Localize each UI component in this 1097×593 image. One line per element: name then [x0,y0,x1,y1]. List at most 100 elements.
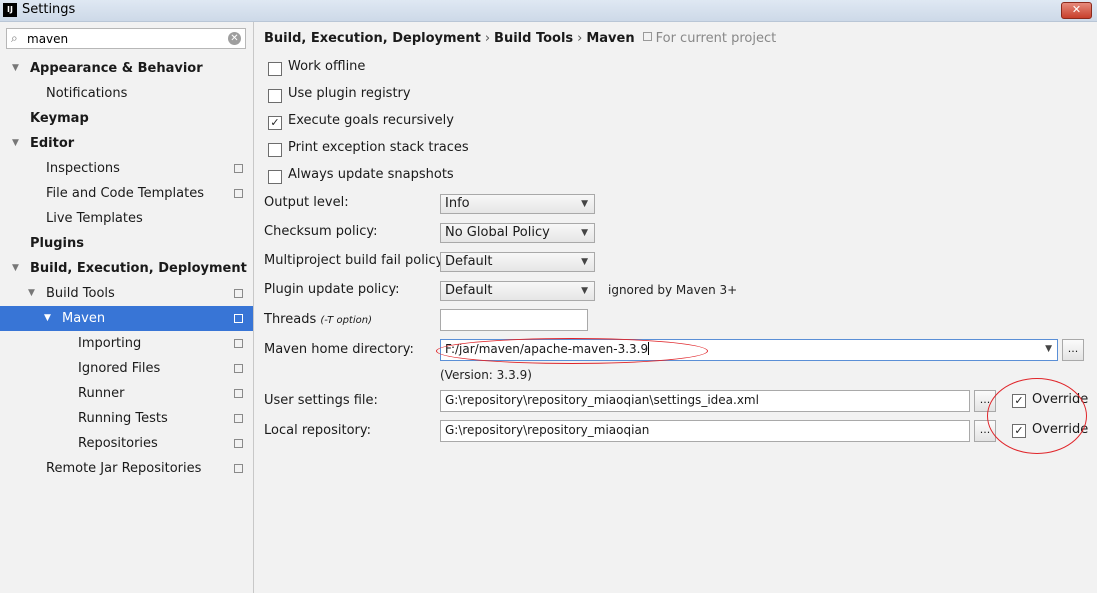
sidebar-item-label: Build, Execution, Deployment [30,261,247,276]
window-title: Settings [22,2,76,17]
title-bar: IJ Settings ✕ [0,0,1097,22]
sidebar-item-label: Keymap [30,111,89,126]
chevron-down-icon[interactable]: ▼ [1045,340,1052,359]
chevron-down-icon: ▼ [581,199,588,209]
chevron-down-icon[interactable]: ▼ [12,56,19,81]
close-button[interactable]: ✕ [1061,2,1092,19]
execute-goals-recursively-checkbox[interactable]: ✓ [268,116,282,130]
sidebar-item-remote-jar-repositories[interactable]: Remote Jar Repositories [0,456,253,481]
maven-settings-panel: Build, Execution, Deployment › Build Tools… [254,22,1097,593]
output-level-label: Output level: [264,195,349,210]
sidebar-item-label: Repositories [78,436,158,451]
use-plugin-registry-label: Use plugin registry [288,86,411,101]
sidebar-item-keymap[interactable]: Keymap [0,106,253,131]
sidebar-item-notifications[interactable]: Notifications [0,81,253,106]
sidebar-item-ignored-files[interactable]: Ignored Files [0,356,253,381]
settings-sidebar: ⌕ ✕ ▼ Appearance & Behavior Notification… [0,22,254,593]
sidebar-item-importing[interactable]: Importing [0,331,253,356]
project-scope-icon [232,164,243,176]
breadcrumb-separator: › [484,31,491,46]
user-settings-override-checkbox[interactable]: ✓ [1012,394,1026,408]
output-level-select[interactable]: Info ▼ [440,194,595,214]
local-repository-input[interactable]: G:\repository\repository_miaoqian [440,420,970,442]
plugin-update-policy-hint: ignored by Maven 3+ [608,283,738,297]
work-offline-checkbox[interactable] [268,62,282,76]
search-input[interactable] [27,30,217,47]
sidebar-item-label: Running Tests [78,411,168,426]
sidebar-item-label: Plugins [30,236,84,251]
threads-label-text: Threads [264,312,317,327]
sidebar-item-maven[interactable]: ▼ Maven [0,306,253,331]
chevron-down-icon[interactable]: ▼ [28,281,35,306]
search-box[interactable]: ⌕ ✕ [6,28,246,49]
sidebar-item-build-tools[interactable]: ▼ Build Tools [0,281,253,306]
maven-home-input[interactable]: F:/jar/maven/apache-maven-3.3.9 ▼ [440,339,1058,361]
chevron-down-icon[interactable]: ▼ [12,256,19,281]
sidebar-item-repositories[interactable]: Repositories [0,431,253,456]
annotation-ellipse-override [987,378,1087,454]
local-repository-label: Local repository: [264,423,371,438]
search-icon: ⌕ [11,31,18,45]
multiproject-fail-policy-select[interactable]: Default ▼ [440,252,595,272]
local-repository-override-label: Override [1032,422,1089,437]
project-scope-icon [642,32,652,41]
project-scope-icon [232,364,243,376]
local-repository-browse-button[interactable]: ... [974,420,996,442]
text-cursor [648,342,650,355]
clear-search-icon[interactable]: ✕ [228,32,241,45]
print-exception-stack-traces-checkbox[interactable] [268,143,282,157]
project-scope-icon [232,289,243,301]
plugin-update-policy-label: Plugin update policy: [264,282,400,297]
output-level-value: Info [445,196,470,211]
chevron-down-icon: ▼ [581,286,588,296]
checksum-policy-value: No Global Policy [445,225,550,240]
sidebar-item-label: Notifications [46,86,128,101]
breadcrumb-item: Maven [586,31,635,46]
breadcrumb-separator: › [577,31,583,46]
use-plugin-registry-checkbox[interactable] [268,89,282,103]
chevron-down-icon[interactable]: ▼ [44,306,51,331]
scope-note-text: For current project [655,31,777,46]
sidebar-item-label: Inspections [46,161,120,176]
sidebar-item-label: Editor [30,136,75,151]
sidebar-item-label: Importing [78,336,142,351]
multiproject-fail-policy-label: Multiproject build fail policy: [264,253,447,268]
sidebar-item-runner[interactable]: Runner [0,381,253,406]
user-settings-input[interactable]: G:\repository\repository_miaoqian\settin… [440,390,970,412]
sidebar-item-label: Ignored Files [78,361,161,376]
sidebar-item-editor[interactable]: ▼ Editor [0,131,253,156]
maven-home-browse-button[interactable]: ... [1062,339,1084,361]
checksum-policy-select[interactable]: No Global Policy ▼ [440,223,595,243]
maven-home-label: Maven home directory: [264,342,414,357]
work-offline-label: Work offline [288,59,366,74]
sidebar-item-label: Live Templates [46,211,143,226]
plugin-update-policy-select[interactable]: Default ▼ [440,281,595,301]
sidebar-item-build-execution-deployment[interactable]: ▼ Build, Execution, Deployment [0,256,253,281]
project-scope-icon [232,389,243,401]
intellij-logo-icon: IJ [3,3,17,17]
chevron-down-icon[interactable]: ▼ [12,131,19,156]
sidebar-item-appearance-behavior[interactable]: ▼ Appearance & Behavior [0,56,253,81]
sidebar-item-file-code-templates[interactable]: File and Code Templates [0,181,253,206]
plugin-update-policy-value: Default [445,283,493,298]
print-exception-stack-traces-label: Print exception stack traces [288,140,469,155]
sidebar-item-inspections[interactable]: Inspections [0,156,253,181]
local-repository-override-checkbox[interactable]: ✓ [1012,424,1026,438]
sidebar-item-running-tests[interactable]: Running Tests [0,406,253,431]
user-settings-override-label: Override [1032,392,1089,407]
user-settings-browse-button[interactable]: ... [974,390,996,412]
scope-note: For current project [635,31,777,46]
threads-input[interactable] [440,309,588,331]
sidebar-item-live-templates[interactable]: Live Templates [0,206,253,231]
maven-home-value: F:/jar/maven/apache-maven-3.3.9 [445,342,649,356]
project-scope-icon [232,464,243,476]
maven-version-text: (Version: 3.3.9) [440,368,532,382]
chevron-down-icon: ▼ [581,228,588,238]
breadcrumb-item: Build Tools [494,31,574,46]
project-scope-icon [232,414,243,426]
sidebar-item-label: Maven [62,311,106,326]
breadcrumb-item: Build, Execution, Deployment [264,31,481,46]
sidebar-item-plugins[interactable]: Plugins [0,231,253,256]
always-update-snapshots-checkbox[interactable] [268,170,282,184]
sidebar-item-label: File and Code Templates [46,186,204,201]
